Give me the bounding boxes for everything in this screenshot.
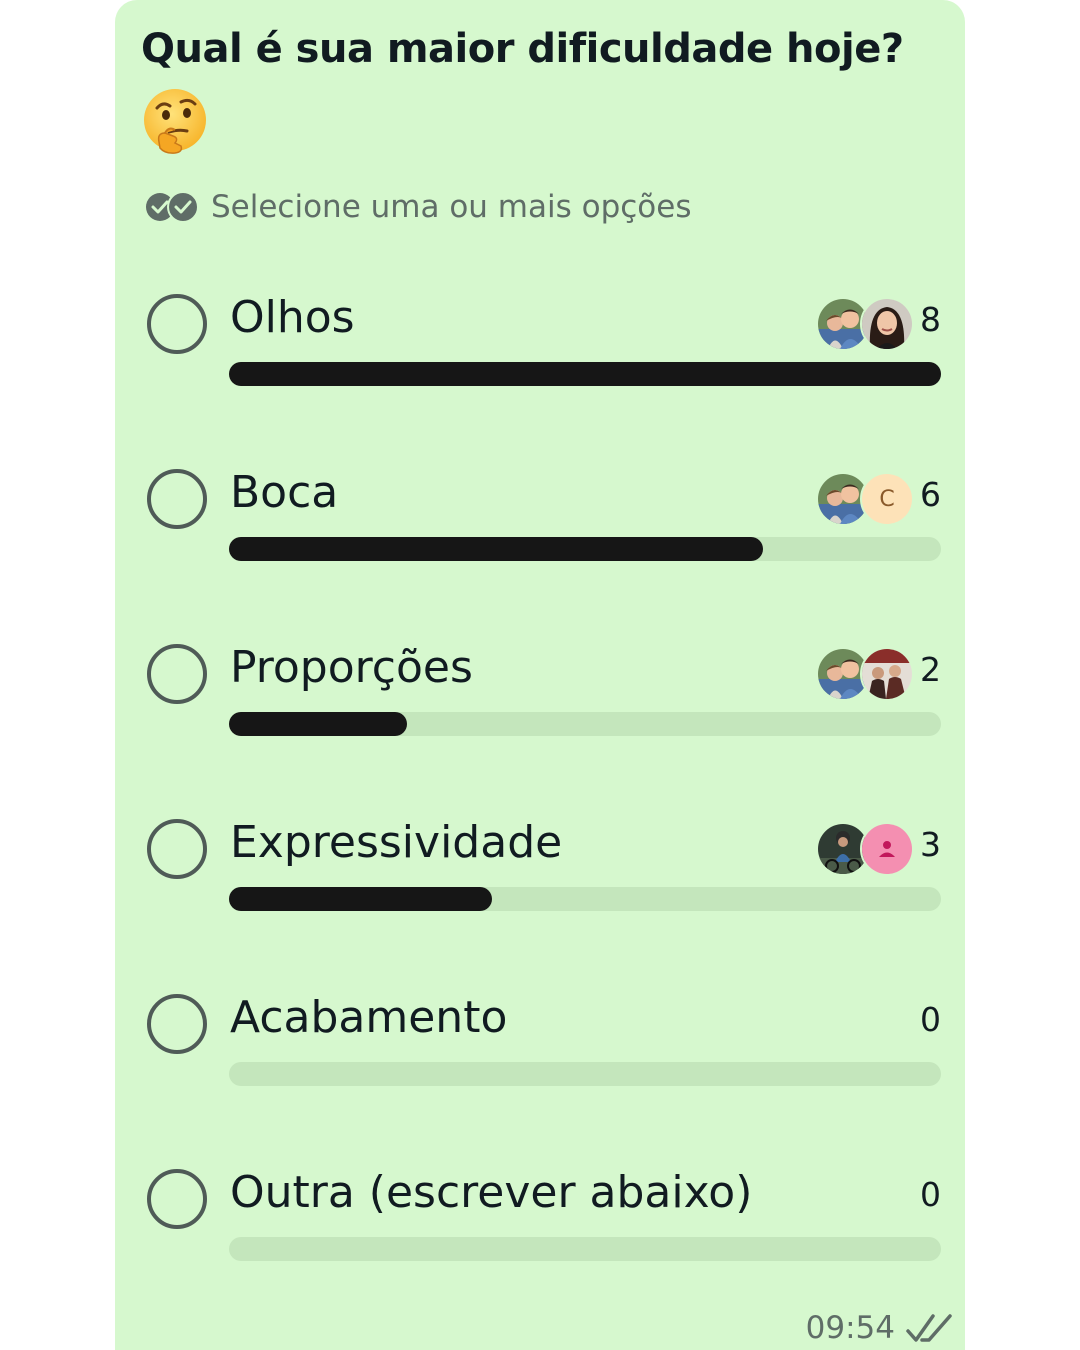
vote-progress-bar [229, 1237, 941, 1261]
voter-avatars[interactable] [816, 822, 914, 876]
option-label: Expressividade [230, 817, 563, 868]
voter-avatars[interactable]: C [816, 472, 914, 526]
radio-button[interactable] [147, 469, 207, 529]
poll-option-outra[interactable]: Outra (escrever abaixo) 0 [115, 1167, 965, 1299]
radio-button[interactable] [147, 294, 207, 354]
vote-count: 6 [920, 475, 941, 514]
radio-button[interactable] [147, 644, 207, 704]
vote-count: 8 [920, 300, 941, 339]
option-label: Boca [230, 467, 339, 518]
radio-button[interactable] [147, 819, 207, 879]
radio-button[interactable] [147, 1169, 207, 1229]
poll-instructions: Selecione uma ou mais opções [145, 184, 692, 230]
vote-progress-bar [229, 712, 941, 736]
vote-count: 3 [920, 825, 941, 864]
letter-avatar: C [860, 472, 914, 526]
vote-progress-fill [229, 537, 763, 561]
poll-title: Qual é sua maior dificuldade hoje? [141, 26, 904, 72]
message-timestamp: 09:54 [805, 1310, 895, 1346]
vote-progress-fill [229, 887, 493, 911]
group-photo-avatar [860, 647, 914, 701]
vote-progress-bar [229, 537, 941, 561]
default-person-avatar [860, 822, 914, 876]
option-label: Proporções [230, 642, 473, 693]
option-label: Olhos [230, 292, 355, 343]
poll-option-boca[interactable]: Boca C 6 [115, 467, 965, 599]
poll-message-bubble: Qual é sua maior dificuldade hoje? Selec… [115, 0, 965, 1350]
woman-photo-avatar [860, 297, 914, 351]
poll-subtitle: Selecione uma ou mais opções [211, 189, 692, 225]
voter-avatars[interactable] [816, 647, 914, 701]
poll-option-expressividade[interactable]: Expressividade 3 [115, 817, 965, 949]
thinking-face-emoji-icon [144, 89, 206, 154]
option-label: Acabamento [230, 992, 508, 1043]
vote-progress-fill [229, 362, 941, 386]
vote-count: 0 [920, 1000, 941, 1039]
voter-avatars[interactable] [816, 297, 914, 351]
multi-select-check-icon [146, 191, 199, 223]
message-meta: 09:54 [806, 1308, 955, 1348]
vote-count: 0 [920, 1175, 941, 1214]
double-check-icon [906, 1314, 952, 1342]
poll-option-proporcoes[interactable]: Proporções 2 [115, 642, 965, 774]
poll-option-olhos[interactable]: Olhos 8 [115, 292, 965, 424]
poll-option-acabamento[interactable]: Acabamento 0 [115, 992, 965, 1124]
vote-progress-bar [229, 1062, 941, 1086]
vote-progress-bar [229, 362, 941, 386]
option-label: Outra (escrever abaixo) [230, 1167, 753, 1218]
radio-button[interactable] [147, 994, 207, 1054]
vote-count: 2 [920, 650, 941, 689]
vote-progress-bar [229, 887, 941, 911]
vote-progress-fill [229, 712, 407, 736]
